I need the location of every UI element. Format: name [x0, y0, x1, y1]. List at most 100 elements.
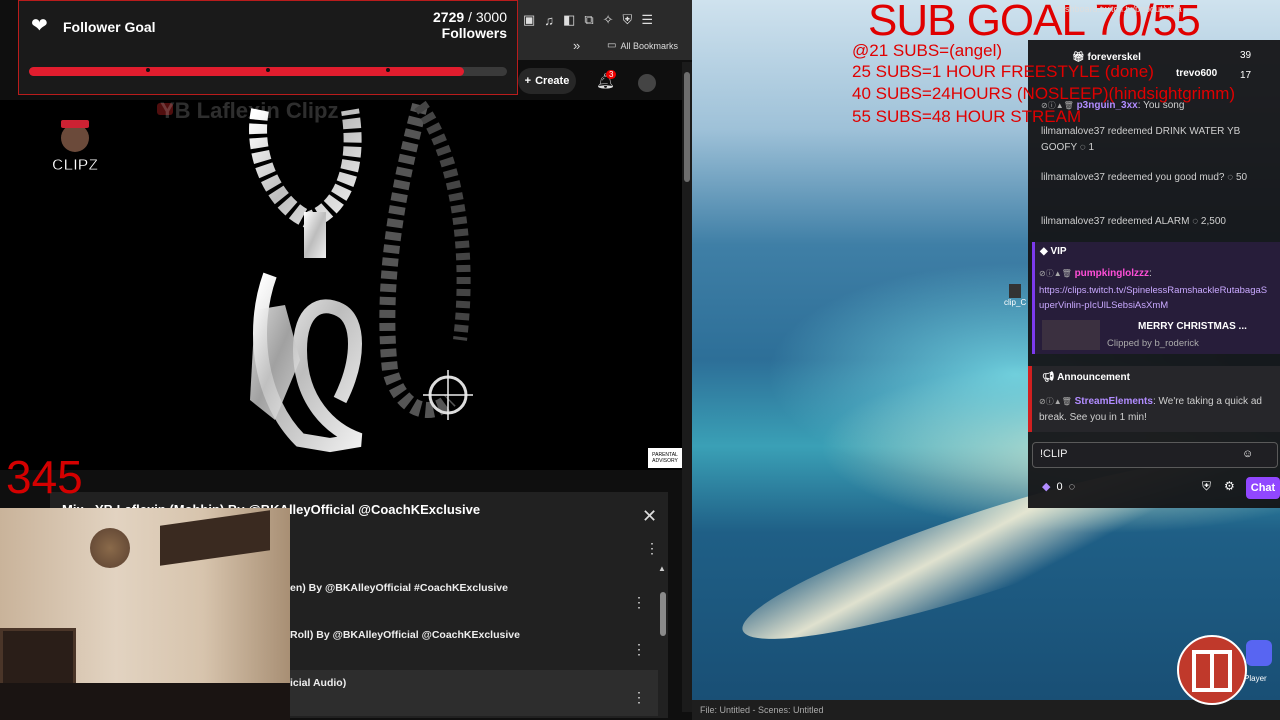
follower-goal-separator: / — [464, 9, 476, 25]
follower-goal-unit: Followers — [441, 25, 507, 41]
chat-text: lilmamalove37 redeemed ALARM — [1041, 216, 1190, 227]
goal-marker — [146, 68, 150, 72]
vip-header: ◆ VIP — [1040, 246, 1067, 257]
video-channel-watermark: YB Laflexin Clipz — [160, 98, 339, 123]
create-label: Create — [535, 75, 570, 87]
playlist-scrollbar[interactable] — [660, 592, 666, 636]
follower-goal-widget: ❤︎ Follower Goal 2729 / 3000 Followers — [18, 0, 518, 95]
mod-tools-icon[interactable]: ⊘ⓘ▲🗑︎ — [1041, 101, 1074, 110]
music-icon[interactable]: ♫ — [544, 12, 554, 28]
create-button[interactable]: + Create — [518, 68, 576, 94]
chevron-right-icon[interactable]: » — [573, 38, 580, 53]
channel-points-balance[interactable]: ◆ 0 ◌ — [1042, 480, 1076, 494]
all-bookmarks-button[interactable]: ▭ All Bookmarks — [607, 40, 678, 51]
chat-redemption: lilmamalove37 redeemed DRINK WATER YB GO… — [1041, 124, 1273, 156]
chat-input-value: !CLIP — [1040, 448, 1068, 460]
discord-icon[interactable] — [1246, 640, 1272, 666]
sub-goal-rule: 25 SUBS=1 HOUR FREESTYLE (done) — [852, 62, 1154, 81]
browser-toolbar: ▣ ♫ ◧ ⧉ ✧ ⛨ ☰ » ▭ All Bookmarks — [515, 0, 692, 60]
vip-message-body: ⊘ⓘ▲🗑︎ pumpkinglolzzz: — [1039, 268, 1152, 279]
follower-goal-count: 2729 / 3000 Followers — [433, 9, 507, 41]
goal-marker — [266, 68, 270, 72]
webcam-shelf — [160, 510, 270, 566]
chat-top-count: 39 — [1240, 50, 1252, 61]
player-label: Player — [1244, 674, 1267, 683]
chat-top-count: 17 — [1240, 70, 1252, 81]
extensions-icon[interactable]: ✧ — [603, 12, 614, 28]
follower-goal-current: 2729 — [433, 9, 465, 25]
desktop-file-label: clip_C — [1004, 298, 1027, 307]
chat-redemption: lilmamalove37 redeemed ALARM ◌ 2,500 — [1041, 214, 1273, 230]
avatar[interactable] — [638, 74, 656, 92]
chat-top-user[interactable]: trevo600 — [1176, 68, 1217, 79]
playlist-item-more-icon[interactable]: ⋮ — [632, 594, 646, 611]
screenshot-icon[interactable]: ▣ — [523, 12, 535, 28]
menu-icon[interactable]: ☰ — [641, 12, 653, 28]
chat-redemption: lilmamalove37 redeemed you good mud? ◌ 5… — [1041, 170, 1273, 186]
announcement-header: 📢︎ Announcement — [1042, 372, 1130, 383]
heart-icon: ❤︎ — [31, 15, 48, 37]
diamond-icon: ◆ — [1040, 246, 1048, 257]
follower-goal-target: 3000 — [475, 9, 507, 25]
chat-points: 1 — [1088, 142, 1095, 153]
channel-points-icon: ◌ — [1079, 142, 1086, 153]
follower-goal-fill — [29, 67, 464, 76]
folder-icon: ▭ — [607, 40, 617, 51]
scroll-up-icon[interactable]: ▲ — [658, 564, 666, 573]
timer-icon: ◌ — [1068, 480, 1076, 493]
parental-advisory-badge: PARENTAL ADVISORY — [648, 448, 682, 468]
webcam-foreground — [0, 683, 290, 720]
points-icon: ◆ — [1042, 481, 1051, 493]
sidebar-icon[interactable]: ◧ — [563, 12, 575, 28]
shield-mode-icon[interactable]: ⛨ — [1202, 479, 1211, 494]
announcement-user[interactable]: StreamElements — [1075, 396, 1153, 407]
playlist-item[interactable]: Roll) By @BKAlleyOfficial @CoachKExclusi… — [290, 629, 520, 641]
desktop-file-icon[interactable]: clip_C — [1004, 284, 1026, 314]
points-balance: 0 — [1056, 480, 1063, 493]
clipz-logo: CLIPZ — [36, 108, 114, 178]
goal-marker — [386, 68, 390, 72]
playlist-item[interactable]: icial Audio) — [290, 677, 346, 689]
channel-points-icon: ◌ — [1227, 172, 1234, 183]
obs-status-text: File: Untitled - Scenes: Untitled — [700, 705, 824, 715]
announcement-label: Announcement — [1057, 372, 1130, 383]
chat-text: lilmamalove37 redeemed DRINK WATER YB GO… — [1041, 126, 1241, 153]
vip-clip-link[interactable]: https://clips.twitch.tv/SpinelessRamshac… — [1039, 283, 1271, 313]
gear-icon[interactable]: ⚙ — [1224, 479, 1235, 493]
notifications-button[interactable]: 🔔︎ 3 — [596, 70, 617, 91]
mod-tools-icon[interactable]: ⊘ⓘ▲🗑︎ — [1039, 397, 1072, 406]
chat-points: 2,500 — [1200, 216, 1226, 227]
chat-username[interactable]: p3nguin_3xx — [1077, 100, 1138, 111]
chat-points: 50 — [1235, 172, 1248, 183]
shield-icon[interactable]: ⛨ — [623, 12, 633, 28]
page-scrollbar-thumb[interactable] — [684, 72, 690, 182]
clipz-logo-text: CLIPZ — [52, 157, 98, 174]
playlist-item-more-icon[interactable]: ⋮ — [632, 641, 646, 658]
mod-tools-icon[interactable]: ⊘ⓘ▲🗑︎ — [1039, 269, 1072, 278]
megaphone-icon: 📢︎ — [1042, 372, 1055, 383]
chat-send-button[interactable]: Chat — [1246, 477, 1280, 499]
vip-username[interactable]: pumpkinglolzzz — [1075, 268, 1149, 279]
announcement-body: ⊘ⓘ▲🗑︎ StreamElements: We're taking a qui… — [1039, 394, 1267, 426]
chat-text: : You song — [1137, 100, 1185, 111]
channel-points-icon: ◌ — [1192, 216, 1199, 227]
chat-message: ⊘ⓘ▲🗑︎ p3nguin_3xx: You song — [1041, 98, 1273, 114]
close-icon[interactable]: ✕ — [642, 506, 657, 527]
cast-icon[interactable]: ⧉ — [584, 12, 593, 28]
counter-overlay: 345 — [6, 451, 83, 503]
chat-text: lilmamalove37 redeemed you good mud? — [1041, 172, 1225, 183]
clip-title[interactable]: MERRY CHRISTMAS ... — [1138, 321, 1247, 332]
chat-tab-url: dashboard.twitch.tv/popout/ybla — [1055, 4, 1182, 14]
clip-thumbnail[interactable] — [1042, 320, 1100, 350]
chat-tab[interactable]: dashboard.twitch.tv/popout/ybla — [1030, 0, 1280, 18]
webcam-wall-decor — [90, 528, 130, 568]
follower-goal-title: Follower Goal — [63, 19, 156, 35]
playlist-item-more-icon[interactable]: ⋮ — [632, 689, 646, 706]
streamer-logo — [1172, 632, 1252, 706]
playlist-item[interactable]: en) By @BKAlleyOfficial #CoachKExclusive — [290, 582, 508, 594]
clip-credit: Clipped by b_roderick — [1107, 338, 1199, 349]
sub-goal-rule: @21 SUBS=(angel) — [852, 41, 1003, 60]
playlist-more-icon[interactable]: ⋮ — [645, 540, 659, 557]
all-bookmarks-label: All Bookmarks — [620, 40, 678, 51]
emote-icon[interactable]: ☺ — [1242, 448, 1253, 460]
